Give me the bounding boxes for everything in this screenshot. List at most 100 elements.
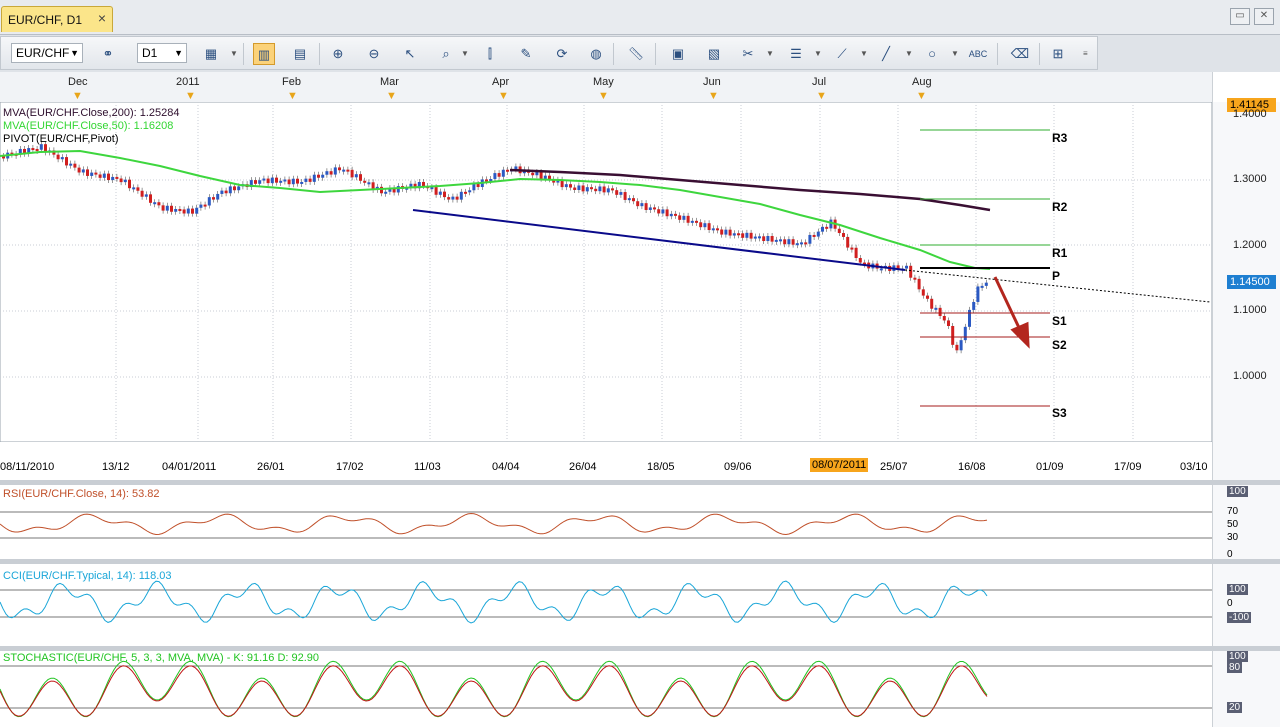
date-tick: 18/05 — [647, 461, 675, 473]
date-tick: 08/11/2010 — [0, 461, 55, 473]
date-tick: 25/07 — [880, 461, 908, 473]
chart-area[interactable]: Dec 2011 Feb Mar Apr May Jun Jul Aug ▼ ▼… — [0, 72, 1280, 727]
cci-label[interactable]: CCI(EUR/CHF.Typical, 14): 118.03 — [3, 570, 172, 582]
cci-scale-0: 0 — [1227, 598, 1233, 609]
timeframe-select[interactable]: D1 ▼ — [137, 43, 187, 63]
price-tick: 1.1000 — [1233, 304, 1267, 316]
overflow-icon[interactable]: ≡ — [1083, 49, 1088, 58]
date-tick: 09/06 — [724, 461, 752, 473]
ellipse-icon[interactable]: ○ — [921, 43, 943, 65]
pivot-r3: R3 — [1052, 131, 1068, 145]
separator — [319, 43, 320, 65]
chevron-down-icon[interactable]: ▼ — [860, 49, 868, 58]
date-tick: 26/01 — [257, 461, 285, 473]
zoom-out-icon[interactable]: ⊖ — [363, 43, 385, 65]
pivot-label[interactable]: PIVOT(EUR/CHF,Pivot) — [3, 133, 119, 145]
pivot-r1: R1 — [1052, 246, 1068, 260]
mva50-label[interactable]: MVA(EUR/CHF.Close,50): 1.16208 — [3, 120, 173, 132]
chart-toolbar: EUR/CHF ▼ ⚭ D1 ▼ ▦ ▼ ▥ ▤ ⊕ ⊖ ↖ ⌕ ▼ ⫿ ✎ ⟳ ◍… — [0, 36, 1098, 70]
month-label: Dec — [68, 76, 88, 88]
date-tick: 03/10 — [1180, 461, 1208, 473]
highlighted-date: 08/07/2011 — [810, 458, 869, 472]
symbol-value: EUR/CHF — [16, 46, 70, 60]
stoch-scale-80: 80 — [1227, 662, 1243, 673]
event-marker-icon[interactable]: ▼ — [708, 90, 719, 102]
chevron-down-icon: ▼ — [70, 48, 79, 58]
chevron-down-icon[interactable]: ▼ — [905, 49, 913, 58]
chart-type-icon[interactable]: ▦ — [200, 43, 222, 65]
cci-scale-neg100: -100 — [1227, 612, 1252, 623]
close-icon[interactable]: × — [98, 10, 106, 26]
chart-tab[interactable]: EUR/CHF, D1 × — [1, 6, 113, 32]
date-tick: 26/04 — [569, 461, 597, 473]
date-tick: 16/08 — [958, 461, 986, 473]
month-label: May — [593, 76, 614, 88]
window-buttons: ▭ ✕ — [1230, 8, 1274, 25]
chevron-down-icon[interactable]: ▼ — [814, 49, 822, 58]
separator — [243, 43, 244, 65]
magnifier-icon[interactable]: ⌕ — [435, 43, 457, 65]
draw-line-icon[interactable]: ⟋ — [831, 43, 853, 65]
event-marker-icon[interactable]: ▼ — [498, 90, 509, 102]
bar-chart-button[interactable]: ▤ — [289, 43, 311, 65]
month-label: 2011 — [176, 76, 200, 88]
price-tick: 1.3000 — [1233, 173, 1267, 185]
event-marker-icon[interactable]: ▼ — [598, 90, 609, 102]
text-icon[interactable]: ABC — [967, 43, 989, 65]
pivot-r2: R2 — [1052, 200, 1068, 214]
restore-button[interactable]: ▭ — [1230, 8, 1250, 25]
indicators-icon[interactable]: ☰ — [785, 43, 807, 65]
tree-icon[interactable]: ⊞ — [1047, 43, 1069, 65]
event-marker-icon[interactable]: ▼ — [816, 90, 827, 102]
stoch-scale-100: 100 — [1227, 651, 1248, 662]
vertical-line-icon[interactable]: ⫿ — [479, 43, 501, 65]
zoom-in-icon[interactable]: ⊕ — [327, 43, 349, 65]
pointer-icon[interactable]: ↖ — [399, 43, 421, 65]
event-marker-icon[interactable]: ▼ — [386, 90, 397, 102]
event-marker-icon[interactable]: ▼ — [916, 90, 927, 102]
date-tick: 01/09 — [1036, 461, 1064, 473]
chevron-down-icon[interactable]: ▼ — [230, 49, 238, 58]
event-marker-icon[interactable]: ▼ — [185, 90, 196, 102]
rsi-scale-50: 50 — [1227, 519, 1239, 530]
chevron-down-icon[interactable]: ▼ — [461, 49, 469, 58]
chart-canvas — [0, 72, 1280, 727]
tools-icon[interactable]: ✂ — [737, 43, 759, 65]
link-icon[interactable]: ⚭ — [97, 43, 119, 65]
price-tick: 1.0000 — [1233, 370, 1267, 382]
chevron-down-icon[interactable]: ▼ — [766, 49, 774, 58]
close-window-button[interactable]: ✕ — [1254, 8, 1274, 25]
symbol-select[interactable]: EUR/CHF ▼ — [11, 43, 83, 63]
rsi-scale-100: 100 — [1227, 486, 1248, 497]
chevron-down-icon[interactable]: ▼ — [951, 49, 959, 58]
event-marker-icon[interactable]: ▼ — [72, 90, 83, 102]
event-marker-icon[interactable]: ▼ — [287, 90, 298, 102]
separator — [613, 43, 614, 65]
rsi-label[interactable]: RSI(EUR/CHF.Close, 14): 53.82 — [3, 488, 160, 500]
candlestick-button[interactable]: ▥ — [253, 43, 275, 65]
pivot-s3: S3 — [1052, 406, 1067, 420]
month-label: Mar — [380, 76, 399, 88]
date-tick: 13/12 — [102, 461, 130, 473]
rsi-scale-30: 30 — [1227, 532, 1239, 543]
separator — [997, 43, 998, 65]
image-icon[interactable]: ▣ — [667, 43, 689, 65]
chart-tab-title: EUR/CHF, D1 — [8, 12, 83, 27]
stochastic-label[interactable]: STOCHASTIC(EUR/CHF, 5, 3, 3, MVA, MVA) -… — [3, 652, 319, 664]
month-label: Jul — [812, 76, 827, 88]
mva200-label[interactable]: MVA(EUR/CHF.Close,200): 1.25284 — [3, 107, 179, 119]
timeframe-value: D1 — [142, 46, 158, 60]
globe-icon[interactable]: ◍ — [585, 43, 607, 65]
date-tick: 04/01/2011 — [162, 461, 217, 473]
pencil-icon[interactable]: ✎ — [515, 43, 537, 65]
current-price-tag: 1.14500 — [1227, 275, 1276, 289]
ruler-icon[interactable]: 📏︎ — [625, 43, 647, 65]
price-tick: 1.2000 — [1233, 239, 1267, 251]
refresh-icon[interactable]: ⟳ — [551, 43, 573, 65]
eraser-icon[interactable]: ⌫ — [1009, 43, 1031, 65]
separator — [1039, 43, 1040, 65]
brush-icon[interactable]: ╱ — [875, 43, 897, 65]
template-icon[interactable]: ▧ — [703, 43, 725, 65]
stoch-scale-20: 20 — [1227, 702, 1243, 713]
price-tick: 1.4000 — [1233, 108, 1267, 120]
